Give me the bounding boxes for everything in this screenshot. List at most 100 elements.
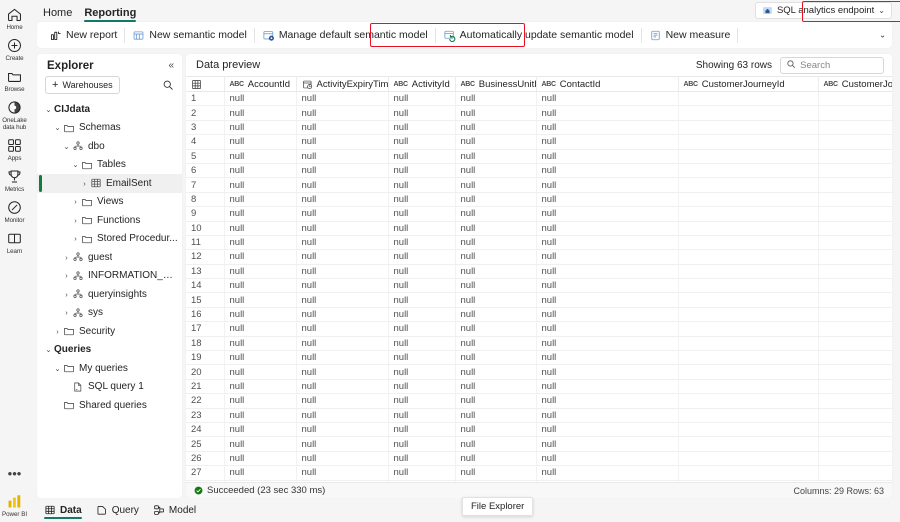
tab-reporting[interactable]: Reporting [78, 7, 142, 22]
table-row[interactable]: 1 null null null null null [186, 91, 892, 107]
new-report-button[interactable]: New report [43, 25, 123, 45]
bottom-tab-data[interactable]: Data [37, 499, 89, 521]
cell-contactid: null [536, 177, 679, 193]
tree-node-emailsent[interactable]: › EmailSent [37, 174, 182, 193]
table-row[interactable]: 5 null null null null null [186, 149, 892, 164]
bottom-tab-query[interactable]: Query [89, 499, 146, 521]
column-header-customerjourney[interactable]: ABCCustomerJourney [818, 76, 892, 92]
table-row[interactable]: 26 null null null null null [186, 451, 892, 467]
table-row[interactable]: 9 null null null null null [186, 206, 892, 222]
column-header-businessunitid[interactable]: ABC BusinessUnitId [455, 76, 537, 92]
table-row[interactable]: 27 null null null null null [186, 465, 892, 481]
new-semantic-model-button[interactable]: New semantic model [126, 25, 252, 45]
table-row[interactable]: 8 null null null null null [186, 192, 892, 208]
rail-item-monitor[interactable]: Monitor [0, 199, 29, 224]
grid-search-input[interactable] [800, 59, 878, 71]
bottom-tab-model[interactable]: Model [146, 499, 203, 521]
chevron-right-icon[interactable]: › [61, 272, 72, 280]
table-row[interactable]: 2 null null null null null [186, 105, 892, 121]
table-row[interactable]: 12 null null null null null [186, 249, 892, 265]
table-row[interactable]: 19 null null null null null [186, 350, 892, 366]
tree-node-tables[interactable]: ⌄ Tables [37, 156, 182, 175]
tree-node-queries[interactable]: ⌄ Queries [37, 341, 182, 360]
tree-node-guest[interactable]: › guest [37, 248, 182, 267]
chevron-right-icon[interactable]: › [52, 327, 63, 336]
tree-node-views[interactable]: › Views [37, 193, 182, 212]
ribbon-overflow-chevron-icon[interactable]: ⌄ [879, 31, 886, 40]
rail-item-create[interactable]: Create [0, 37, 29, 62]
rail-item-apps[interactable]: Apps [0, 137, 29, 162]
automatically-update-semantic-model-button[interactable]: Automatically update semantic model [437, 25, 640, 45]
table-row[interactable]: 23 null null null null null [186, 408, 892, 423]
table-row[interactable]: 6 null null null null null [186, 163, 892, 179]
tree-node-schemas[interactable]: ⌄ Schemas [37, 119, 182, 138]
search-icon[interactable] [162, 79, 174, 91]
column-header-accountid[interactable]: ABC AccountId [224, 76, 297, 92]
chevron-down-icon[interactable]: ⌄ [70, 161, 81, 169]
rail-more-button[interactable]: ••• [8, 467, 22, 480]
grid-corner-header[interactable] [186, 76, 225, 92]
chevron-right-icon[interactable]: › [70, 198, 81, 206]
chevron-right-icon[interactable]: › [61, 309, 72, 317]
table-row[interactable]: 14 null null null null null [186, 278, 892, 294]
tab-home[interactable]: Home [37, 7, 78, 22]
table-row[interactable]: 21 null null null null null [186, 379, 892, 395]
tree-node-cijdata[interactable]: ⌄ CIJdata [37, 100, 182, 119]
rail-item-learn[interactable]: Learn [0, 230, 29, 255]
table-row[interactable]: 20 null null null null null [186, 364, 892, 380]
chevron-right-icon[interactable]: › [79, 179, 90, 188]
rail-item-metrics[interactable]: Metrics [0, 168, 29, 193]
tree-node-shared-queries[interactable]: Shared queries [37, 396, 182, 415]
rail-item-browse[interactable]: Browse [0, 68, 29, 93]
table-row[interactable]: 3 null null null null null [186, 120, 892, 136]
tree-node-security[interactable]: › Security [37, 322, 182, 341]
rail-label-create: Create [5, 55, 24, 62]
table-row[interactable]: 16 null null null null null [186, 307, 892, 323]
table-row[interactable]: 22 null null null null null [186, 393, 892, 409]
tree-node-queryinsights[interactable]: › queryinsights [37, 285, 182, 304]
cell-contactid: null [536, 393, 679, 409]
chevron-down-icon[interactable]: ⌄ [52, 364, 63, 373]
table-row[interactable]: 28nullnullnullnullnull [186, 480, 892, 482]
chevron-right-icon[interactable]: › [61, 253, 72, 262]
table-row[interactable]: 15 null null null null null [186, 292, 892, 308]
chevron-down-icon[interactable]: ⌄ [61, 142, 72, 151]
table-row[interactable]: 24 null null null null null [186, 422, 892, 438]
column-header-contactid[interactable]: ABC ContactId [536, 76, 679, 92]
grid-search-box[interactable] [780, 56, 884, 74]
chevron-down-icon[interactable]: ⌄ [52, 124, 63, 132]
file-explorer-taskbar-item[interactable]: File Explorer [462, 497, 534, 516]
table-row[interactable]: 4 null null null null null [186, 134, 892, 150]
table-row[interactable]: 17 null null null null null [186, 321, 892, 337]
table-row[interactable]: 11 null null null null null [186, 235, 892, 251]
new-measure-button[interactable]: New measure [643, 25, 737, 45]
chevron-down-icon[interactable]: ⌄ [43, 346, 54, 354]
column-header-activityid[interactable]: ABC ActivityId [388, 76, 456, 92]
add-warehouses-button[interactable]: + Warehouses [45, 76, 120, 94]
collapse-pane-icon[interactable]: « [168, 61, 174, 71]
tree-node-sql-query-1[interactable]: SQL query 1 [37, 378, 182, 397]
cell-businessunitid: null [455, 105, 537, 121]
chevron-down-icon[interactable]: ⌄ [43, 105, 54, 114]
tree-node-sys[interactable]: › sys [37, 304, 182, 323]
data-grid-scroll[interactable]: ABC AccountId ActivityExpiryTime ABC Activit… [186, 76, 892, 482]
chevron-right-icon[interactable]: › [61, 290, 72, 299]
table-row[interactable]: 25 null null null null null [186, 436, 892, 452]
chevron-right-icon[interactable]: › [70, 235, 81, 243]
table-row[interactable]: 10 null null null null null [186, 221, 892, 236]
rail-item-home[interactable]: Home [0, 6, 29, 31]
table-row[interactable]: 13 null null null null null [186, 264, 892, 280]
tree-node-my-queries[interactable]: ⌄ My queries [37, 359, 182, 378]
tree-node-information-sche[interactable]: › INFORMATION_SCHE... [37, 267, 182, 286]
column-header-activityexpirytime[interactable]: ActivityExpiryTime [296, 76, 389, 92]
sql-analytics-endpoint-dropdown[interactable]: SQL analytics endpoint ⌄ [754, 2, 892, 19]
column-header-customerjourneyid[interactable]: ABC CustomerJourneyId [678, 76, 819, 92]
table-row[interactable]: 7 null null null null null [186, 177, 892, 193]
table-row[interactable]: 18 null null null null null [186, 336, 892, 352]
rail-item-onelake-data-hub[interactable]: OneLake data hub [0, 99, 29, 131]
tree-node-functions[interactable]: › Functions [37, 211, 182, 230]
tree-node-stored-procedur[interactable]: › Stored Procedur... [37, 230, 182, 249]
chevron-right-icon[interactable]: › [70, 216, 81, 225]
tree-node-dbo[interactable]: ⌄ dbo [37, 137, 182, 156]
manage-default-semantic-model-button[interactable]: Manage default semantic model [256, 25, 434, 45]
